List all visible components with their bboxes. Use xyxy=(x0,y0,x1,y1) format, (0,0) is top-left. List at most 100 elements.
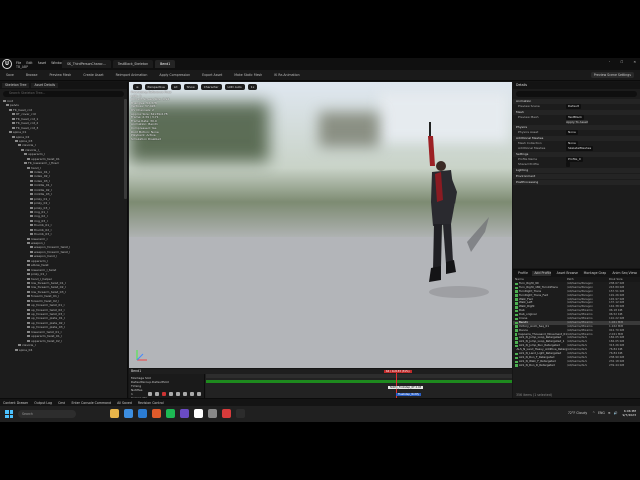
screen: U FileEditAssetWindowToolsHelp TB_ABP SK… xyxy=(0,58,640,422)
toolbar-save-button[interactable]: Save xyxy=(4,73,16,77)
property-value[interactable]: SkeletalMeshes xyxy=(566,146,594,151)
toolbar-apply-compression-button[interactable]: Apply Compression xyxy=(157,73,192,77)
status-revision-control[interactable]: Revision Control xyxy=(138,401,164,405)
loop-icon[interactable] xyxy=(197,392,201,396)
montage-section-bar[interactable] xyxy=(206,380,512,383)
toolbar-ik-re-animation-button[interactable]: IK Re-Animation xyxy=(272,73,301,77)
profile-button[interactable]: Profile xyxy=(516,271,528,276)
record-icon[interactable] xyxy=(162,392,166,396)
bone-icon xyxy=(9,131,12,134)
property-label: Physics Asset xyxy=(518,130,539,134)
timeline-tracks[interactable]: 64 / 0.2133 (31%) Notify_Footstep_RT 2.9… xyxy=(206,370,512,399)
bone-icon xyxy=(30,219,33,222)
tab-asset-details[interactable]: Asset Details xyxy=(31,83,59,88)
add-profile-button[interactable]: Add Profile xyxy=(532,271,551,276)
bone-icon xyxy=(30,193,33,196)
preview-scene-settings-button[interactable]: Preview Scene Settings xyxy=(590,72,634,78)
toolbar-export-asset-button[interactable]: Export Asset xyxy=(200,73,224,77)
toolbar-browse-button[interactable]: Browse xyxy=(24,73,40,77)
timeline-tab[interactable]: Bend1 xyxy=(131,369,141,373)
taskbar-search-input[interactable]: Search xyxy=(18,410,76,418)
apply-to-asset-button[interactable]: Apply To Asset xyxy=(566,120,588,124)
taskbar-app-icon[interactable] xyxy=(124,409,133,418)
play-icon[interactable] xyxy=(176,392,180,396)
taskbar-app-icon[interactable] xyxy=(166,409,175,418)
section-postprocessing[interactable]: PostProcessing xyxy=(513,180,640,185)
taskbar-app-icon[interactable] xyxy=(180,409,189,418)
section-environment[interactable]: Environment xyxy=(513,174,640,179)
bone-label: FK_head_cnt_1 xyxy=(16,116,39,121)
doc-tab-testblack-skeleton[interactable]: TestBlack_Skeleton xyxy=(112,60,154,68)
taskbar-app-icon[interactable] xyxy=(208,409,217,418)
status-content-drawer[interactable]: Content Drawer xyxy=(3,401,28,405)
maximize-icon[interactable]: ☐ xyxy=(620,60,623,64)
skip-back-icon[interactable] xyxy=(148,392,152,396)
asset-row[interactable]: ALS_N_Run_R_Retargeted/All/Game/ALS 239.4… xyxy=(513,364,640,368)
windows-start-icon[interactable] xyxy=(5,410,13,418)
toolbar-create-asset-button[interactable]: Create Asset xyxy=(81,73,105,77)
clock[interactable]: 6:06 PM 9/7/2023 xyxy=(623,409,636,417)
doc-tab-bend1[interactable]: Bend1 xyxy=(155,60,176,68)
bone-icon xyxy=(6,104,9,107)
axis-gizmo-icon xyxy=(136,350,147,361)
bone-label: pinky_01_l xyxy=(31,272,47,277)
taskbar-app-icon[interactable] xyxy=(138,409,147,418)
details-search-input[interactable] xyxy=(516,91,637,97)
notify-marker[interactable]: Fleetstep_Notify xyxy=(396,393,421,397)
viewport-1x-button[interactable]: 1x xyxy=(247,84,258,90)
skeleton-search-input[interactable]: Search Skeleton Tree... xyxy=(3,91,124,97)
toolbar-reimport-animation-button[interactable]: Reimport Animation xyxy=(114,73,150,77)
bone-label: up_forearm_plate_01_l xyxy=(31,316,65,321)
property-value[interactable] xyxy=(566,162,570,167)
taskbar-app-icon[interactable] xyxy=(194,409,203,418)
animation-asset-icon xyxy=(515,352,518,356)
play-reverse-icon[interactable] xyxy=(169,392,173,396)
doc-tab-sk-thirdpersoncharac[interactable]: SK_ThirdPersonCharac... xyxy=(62,60,111,68)
viewport-lit-button[interactable]: Lit xyxy=(170,84,181,90)
asset-browser-button[interactable]: Asset Browser xyxy=(555,271,578,276)
minimize-icon[interactable]: ─ xyxy=(609,60,611,64)
status-all-saved[interactable]: All Saved xyxy=(117,401,132,405)
preview-viewport[interactable]: ≡ Perspective Lit Show Character LOD Auto 1x P… xyxy=(129,82,512,368)
menu-item-asset[interactable]: Asset xyxy=(38,61,47,65)
bone-label: lowerarm_l_twist xyxy=(31,267,57,272)
taskbar-app-icon[interactable] xyxy=(152,409,161,418)
step-forward-icon[interactable] xyxy=(183,392,187,396)
weather-widget[interactable]: 72°F Cloudy xyxy=(568,411,588,415)
show-hidden-icons-icon[interactable]: ^ xyxy=(592,411,595,415)
bone-icon xyxy=(27,326,30,329)
taskbar-app-icon[interactable] xyxy=(110,409,119,418)
bone-icon xyxy=(30,179,33,182)
bone-icon xyxy=(18,344,21,347)
taskbar-app-icon[interactable] xyxy=(222,409,231,418)
status-enter-console-command[interactable]: Enter Console Command xyxy=(71,401,111,405)
bone-icon xyxy=(30,206,33,209)
anim-seq-viewer-button[interactable]: Anim Seq Viewer xyxy=(610,271,637,276)
timeline-ruler[interactable] xyxy=(206,374,512,378)
bone-icon xyxy=(12,122,15,125)
network-icon[interactable]: ⊕ xyxy=(608,411,611,415)
viewport-show-button[interactable]: Show xyxy=(183,84,198,90)
close-icon[interactable]: ✕ xyxy=(633,60,636,64)
bone-tree-scrollbar[interactable] xyxy=(124,99,127,199)
bone-row[interactable]: spine_04 xyxy=(0,348,124,352)
skip-forward-icon[interactable] xyxy=(190,392,194,396)
status-cmd[interactable]: Cmd xyxy=(58,401,65,405)
volume-icon[interactable]: 🔊 xyxy=(614,411,618,415)
viewport-character-button[interactable]: Character xyxy=(200,84,222,90)
tab-skeleton-tree[interactable]: Skeleton Tree xyxy=(2,83,30,88)
property-value[interactable]: None xyxy=(566,130,578,135)
status-output-log[interactable]: Output Log xyxy=(34,401,52,405)
montage-graph-button[interactable]: Montage Graph xyxy=(582,271,607,276)
character-mesh[interactable] xyxy=(419,122,489,312)
viewport-lod-auto-button[interactable]: LOD Auto xyxy=(224,84,245,90)
step-back-icon[interactable] xyxy=(155,392,159,396)
toolbar-preview-mesh-button[interactable]: Preview Mesh xyxy=(47,73,73,77)
property-value[interactable]: Default xyxy=(566,104,581,109)
toolbar-make-static-mesh-button[interactable]: Make Static Mesh xyxy=(232,73,264,77)
bone-label: spine_02 xyxy=(16,134,30,139)
language-indicator[interactable]: ENG xyxy=(598,411,605,415)
taskbar-app-icon[interactable] xyxy=(236,409,245,418)
section-lighting[interactable]: Lighting xyxy=(513,168,640,173)
bone-label: ring_02_l xyxy=(34,214,48,219)
